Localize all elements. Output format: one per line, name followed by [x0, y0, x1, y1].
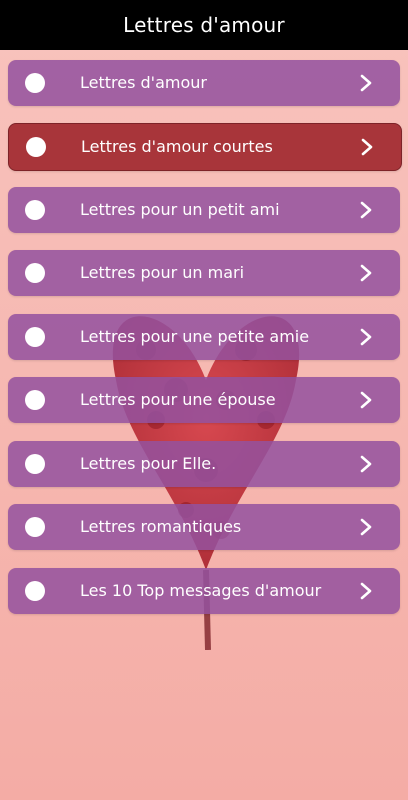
menu-item-label: Lettres pour une épouse	[80, 390, 276, 409]
menu-item-label: Lettres d'amour	[80, 73, 207, 92]
chevron-right-icon	[360, 455, 372, 473]
menu-item-lettres-pour-elle[interactable]: Lettres pour Elle.	[8, 441, 400, 487]
chevron-right-icon	[360, 264, 372, 282]
menu-item-lettres-damour[interactable]: Lettres d'amour	[8, 60, 400, 106]
circle-icon	[25, 200, 45, 220]
chevron-right-icon	[360, 518, 372, 536]
menu-item-lettres-damour-courtes[interactable]: Lettres d'amour courtes	[8, 123, 402, 171]
menu-item-label: Lettres pour une petite amie	[80, 327, 310, 346]
menu-item-label: Les 10 Top messages d'amour	[80, 581, 322, 600]
circle-icon	[25, 73, 45, 93]
chevron-right-icon	[361, 138, 373, 156]
circle-icon	[25, 390, 45, 410]
circle-icon	[25, 581, 45, 601]
menu-item-lettres-pour-une-petite-amie[interactable]: Lettres pour une petite amie	[8, 314, 400, 360]
menu-item-lettres-pour-un-mari[interactable]: Lettres pour un mari	[8, 250, 400, 296]
menu-item-top-10-messages[interactable]: Les 10 Top messages d'amour	[8, 568, 400, 614]
chevron-right-icon	[360, 74, 372, 92]
app-bar: Lettres d'amour	[0, 0, 408, 50]
menu-item-lettres-romantiques[interactable]: Lettres romantiques	[8, 504, 400, 550]
chevron-right-icon	[360, 328, 372, 346]
menu-item-lettres-pour-un-petit-ami[interactable]: Lettres pour un petit ami	[8, 187, 400, 233]
chevron-right-icon	[360, 391, 372, 409]
menu-item-lettres-pour-une-epouse[interactable]: Lettres pour une épouse	[8, 377, 400, 423]
circle-icon	[25, 517, 45, 537]
circle-icon	[25, 454, 45, 474]
chevron-right-icon	[360, 582, 372, 600]
chevron-right-icon	[360, 201, 372, 219]
circle-icon	[25, 327, 45, 347]
app-title: Lettres d'amour	[123, 13, 285, 37]
circle-icon	[26, 137, 46, 157]
menu-item-label: Lettres d'amour courtes	[81, 137, 273, 156]
menu-item-label: Lettres romantiques	[80, 517, 242, 536]
menu-item-label: Lettres pour un mari	[80, 263, 245, 282]
menu-item-label: Lettres pour Elle.	[80, 454, 217, 473]
menu-item-label: Lettres pour un petit ami	[80, 200, 280, 219]
circle-icon	[25, 263, 45, 283]
